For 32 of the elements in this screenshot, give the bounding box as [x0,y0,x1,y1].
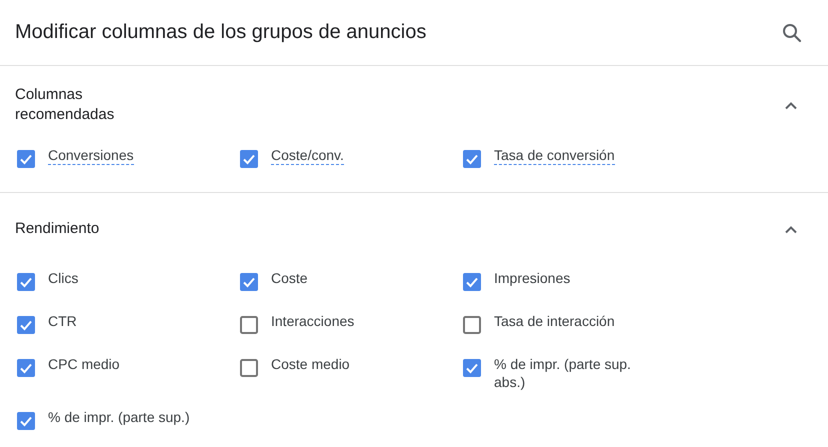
checkbox[interactable] [17,273,35,291]
chevron-icon[interactable] [784,224,798,234]
column-label: Coste medio [271,355,350,373]
dialog-title: Modificar columnas de los grupos de anuncios [15,21,426,44]
checkbox[interactable] [240,150,258,168]
column-label: Tasa de conversión [494,146,615,165]
section-title: Rendimiento [15,219,100,239]
checkbox[interactable] [463,150,481,168]
column-label: Clics [48,269,78,287]
column-label: CTR [48,312,77,330]
column-label: CPC medio [48,355,120,373]
column-label: Conversiones [48,146,134,165]
checkbox[interactable] [463,359,481,377]
checkbox[interactable] [17,412,35,430]
checkbox[interactable] [463,273,481,291]
checkbox[interactable] [240,359,258,377]
column-label: % de impr. (parte sup.) [48,408,190,426]
checkbox[interactable] [240,273,258,291]
column-label: Interacciones [271,312,354,330]
column-label: Coste [271,269,308,287]
checkbox[interactable] [17,150,35,168]
checkbox[interactable] [17,359,35,377]
column-label: Tasa de interacción [494,312,615,330]
section-title: Columnas recomendadas [15,85,114,125]
search-icon[interactable] [782,22,802,42]
column-label: % de impr. (parte sup. abs.) [494,355,632,391]
chevron-icon[interactable] [784,100,798,110]
checkbox[interactable] [463,316,481,334]
checkbox[interactable] [240,316,258,334]
column-label: Coste/conv. [271,146,344,165]
column-label: Impresiones [494,269,570,287]
checkbox[interactable] [17,316,35,334]
